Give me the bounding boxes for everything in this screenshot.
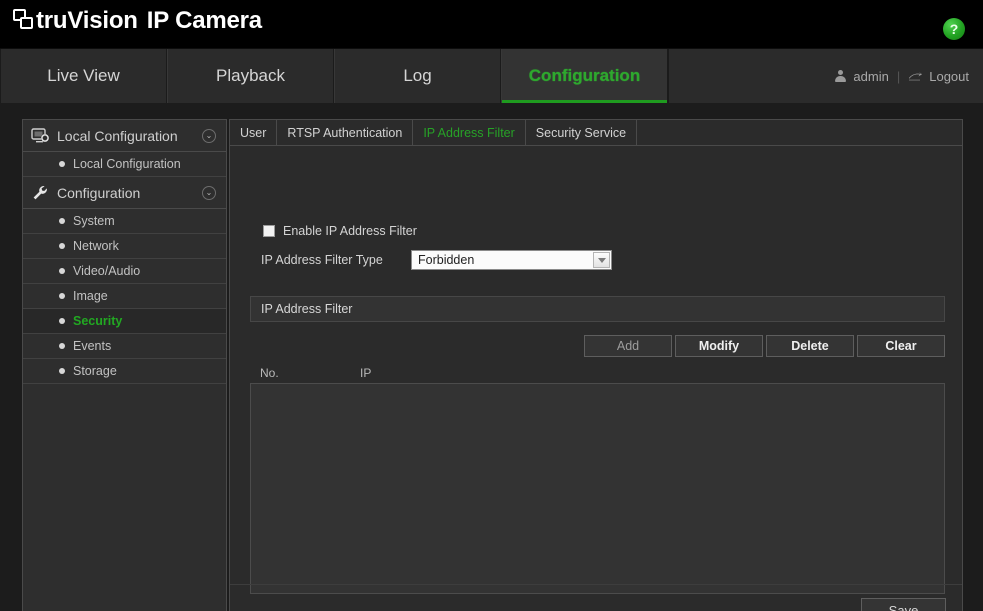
wrench-icon [31, 184, 51, 202]
sidebar-item-events[interactable]: Events [23, 334, 226, 359]
logout-button[interactable]: Logout [929, 69, 969, 84]
bullet-icon [59, 243, 65, 249]
app-root: truVision IP Camera ? Live View Playback … [0, 0, 983, 611]
bullet-icon [59, 268, 65, 274]
subtab-security-service-label: Security Service [535, 125, 627, 140]
modify-button-label: Modify [698, 339, 740, 353]
logout-arrow-icon [908, 71, 923, 83]
sidebar-item-storage[interactable]: Storage [23, 359, 226, 384]
bullet-icon [59, 368, 65, 374]
sidebar-item-security-label: Security [73, 314, 123, 328]
monitor-gear-icon [31, 127, 51, 145]
sidebar-item-network-label: Network [73, 239, 119, 253]
two-overlapping-squares-icon [12, 6, 38, 36]
clear-button-label: Clear [885, 339, 917, 353]
account-area: admin | Logout [834, 49, 969, 104]
table-column-no: No. [260, 365, 279, 380]
table-column-ip: IP [360, 365, 372, 380]
bullet-icon [59, 218, 65, 224]
sidebar-item-system-label: System [73, 214, 115, 228]
table-body[interactable] [250, 384, 945, 594]
sidebar-item-security[interactable]: Security [23, 309, 226, 334]
save-button-label: Save [888, 602, 919, 611]
sidebar-item-image[interactable]: Image [23, 284, 226, 309]
section-header: IP Address Filter [250, 296, 945, 322]
subtab-user[interactable]: User [230, 120, 278, 145]
ip-address-filter-type-value: Forbidden [418, 253, 475, 267]
account-username[interactable]: admin [853, 69, 888, 84]
delete-button[interactable]: Delete [766, 335, 854, 357]
sidebar-group-local-configuration[interactable]: Local Configuration ⌄ [23, 120, 226, 152]
tab-playback[interactable]: Playback [167, 49, 334, 103]
add-button-label: Add [616, 339, 640, 353]
page-body: Local Configuration ⌄ Local Configuratio… [0, 103, 983, 611]
sidebar-item-image-label: Image [73, 289, 108, 303]
subtabs-filler [637, 120, 962, 145]
brand-bar: truVision IP Camera ? [0, 0, 983, 48]
save-button[interactable]: Save [861, 598, 946, 611]
tab-live-view[interactable]: Live View [0, 49, 167, 103]
sidebar-group-local-configuration-label: Local Configuration [57, 127, 178, 144]
subtab-rtsp-authentication-label: RTSP Authentication [287, 125, 403, 140]
sidebar-group-configuration-label: Configuration [57, 184, 141, 201]
sidebar-item-local-configuration[interactable]: Local Configuration [23, 152, 226, 177]
chevron-down-icon[interactable]: ⌄ [202, 185, 216, 200]
sidebar-item-video-audio[interactable]: Video/Audio [23, 259, 226, 284]
sidebar-item-system[interactable]: System [23, 209, 226, 234]
content-subtabs: User RTSP Authentication IP Address Filt… [230, 120, 962, 146]
ip-address-filter-type-label: IP Address Filter Type [261, 253, 383, 267]
delete-button-label: Delete [791, 339, 829, 353]
help-icon[interactable]: ? [943, 18, 965, 40]
main-nav: Live View Playback Log Configuration adm… [0, 48, 983, 103]
nav-filler: admin | Logout [668, 49, 983, 103]
subtab-user-label: User [240, 125, 267, 140]
subtab-ip-address-filter-label: IP Address Filter [423, 125, 515, 140]
chevron-down-icon[interactable] [593, 252, 610, 268]
bullet-icon [59, 318, 65, 324]
ip-address-filter-type-row: IP Address Filter Type Forbidden [261, 250, 612, 270]
subtab-security-service[interactable]: Security Service [526, 120, 638, 145]
tab-playback-label: Playback [216, 66, 285, 85]
tab-live-view-label: Live View [47, 66, 120, 85]
brand-logo: truVision IP Camera [12, 6, 262, 36]
ip-address-filter-type-select[interactable]: Forbidden [411, 250, 612, 270]
brand-name-primary: truVision [36, 7, 138, 34]
enable-ip-address-filter-label: Enable IP Address Filter [283, 224, 417, 238]
footer-divider [230, 584, 962, 585]
bullet-icon [59, 343, 65, 349]
tab-configuration-label: Configuration [528, 66, 641, 85]
sidebar-group-configuration[interactable]: Configuration ⌄ [23, 177, 226, 209]
tab-log-label: Log [403, 66, 432, 85]
enable-ip-address-filter-row[interactable]: Enable IP Address Filter [263, 224, 417, 238]
brand-name-secondary: IP Camera [146, 7, 262, 34]
person-icon [834, 70, 847, 83]
sidebar-item-network[interactable]: Network [23, 234, 226, 259]
sidebar-item-storage-label: Storage [73, 364, 117, 378]
table-action-buttons: Add Modify Delete Clear [250, 322, 945, 362]
add-button[interactable]: Add [584, 335, 672, 357]
sidebar: Local Configuration ⌄ Local Configuratio… [22, 119, 227, 611]
section-header-label: IP Address Filter [261, 302, 353, 316]
ip-address-filter-section: IP Address Filter Add Modify Delete Clea… [250, 296, 945, 594]
subtab-rtsp-authentication[interactable]: RTSP Authentication [277, 120, 414, 145]
tab-log[interactable]: Log [334, 49, 501, 103]
chevron-down-icon[interactable]: ⌄ [202, 128, 216, 143]
table-header: No. IP [250, 362, 945, 384]
enable-ip-address-filter-checkbox[interactable] [263, 225, 275, 237]
subtab-ip-address-filter[interactable]: IP Address Filter [413, 120, 526, 145]
tab-configuration[interactable]: Configuration [501, 49, 668, 103]
sidebar-item-video-audio-label: Video/Audio [73, 264, 141, 278]
bullet-icon [59, 161, 65, 167]
panel-body: Enable IP Address Filter IP Address Filt… [230, 146, 962, 611]
brand-title: truVision IP Camera [36, 8, 262, 34]
bullet-icon [59, 293, 65, 299]
account-separator: | [896, 69, 901, 84]
sidebar-item-events-label: Events [73, 339, 112, 353]
content-panel: User RTSP Authentication IP Address Filt… [229, 119, 963, 611]
clear-button[interactable]: Clear [857, 335, 945, 357]
modify-button[interactable]: Modify [675, 335, 763, 357]
sidebar-item-local-configuration-label: Local Configuration [73, 157, 181, 171]
